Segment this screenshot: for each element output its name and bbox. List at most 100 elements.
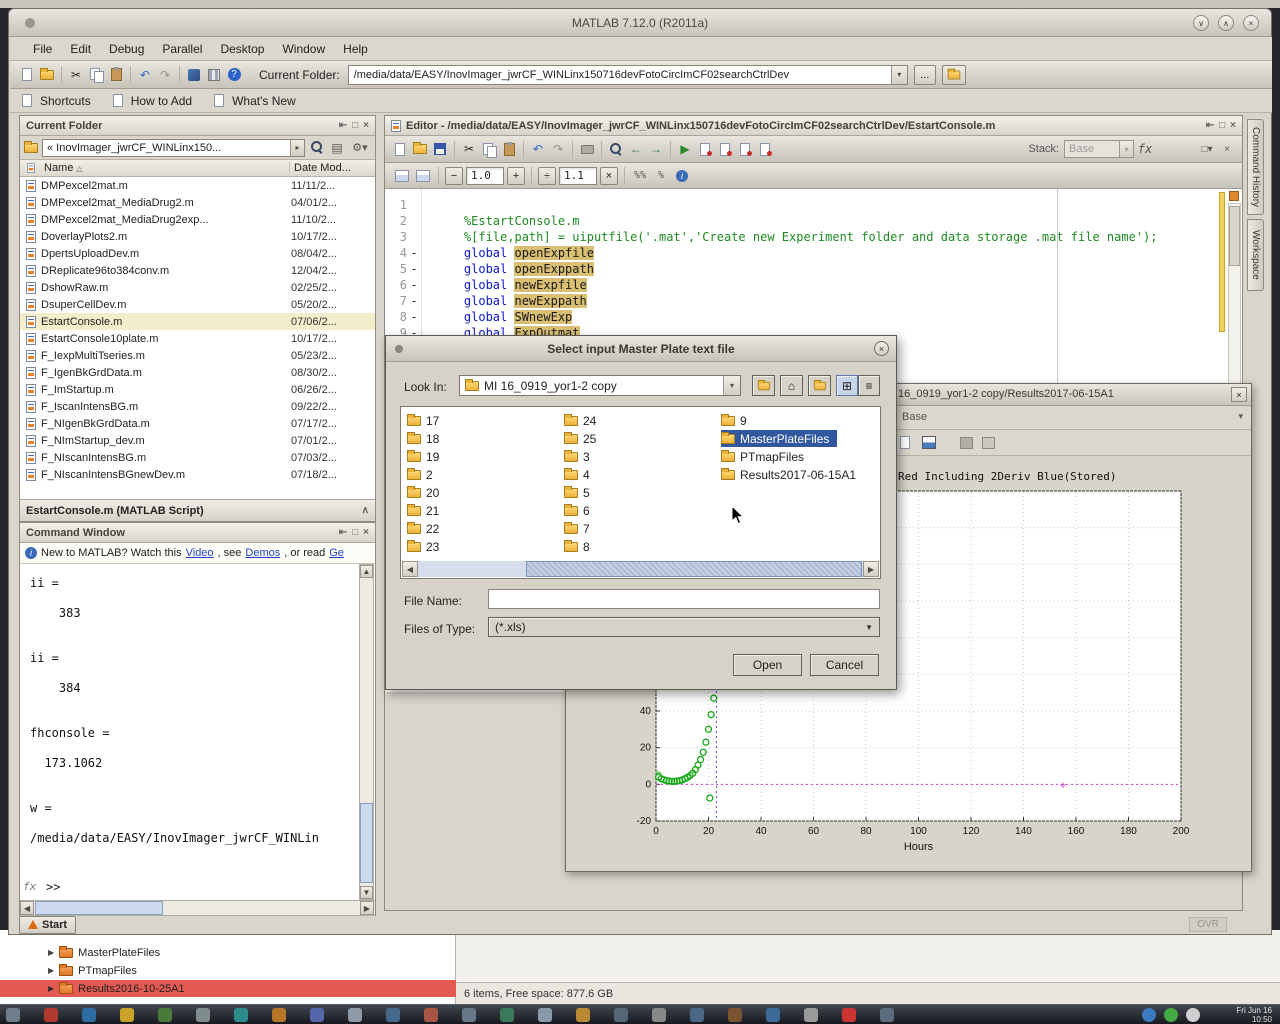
- file-row[interactable]: F_NIscanIntensBGnewDev.m07/18/2...: [20, 466, 375, 483]
- open-button[interactable]: Open: [733, 654, 802, 676]
- taskbar-app-icon[interactable]: [158, 1008, 172, 1022]
- redo-icon[interactable]: ↷: [549, 140, 567, 158]
- scroll-down-icon[interactable]: ▼: [360, 886, 373, 899]
- getting-started-link[interactable]: Ge: [329, 547, 344, 559]
- file-row[interactable]: DsuperCellDev.m05/20/2...: [20, 296, 375, 313]
- copy-icon[interactable]: [480, 140, 498, 158]
- undock-icon[interactable]: ⇤: [1206, 121, 1214, 131]
- dialog-folder-item[interactable]: Results2017-06-15A1: [721, 466, 856, 483]
- taskbar-app-icon[interactable]: [538, 1008, 552, 1022]
- open-file-icon[interactable]: [411, 140, 429, 158]
- dialog-folder-item[interactable]: 24: [564, 412, 596, 429]
- dialog-file-list[interactable]: 17 18 19 2 20 21 22 23 24 25 3 4 5 6 7 8…: [400, 406, 881, 579]
- file-row[interactable]: EstartConsole10plate.m10/17/2...: [20, 330, 375, 347]
- dialog-folder-item[interactable]: 2: [407, 466, 433, 483]
- taskbar-app-icon[interactable]: [120, 1008, 134, 1022]
- file-row[interactable]: F_IexpMultiTseries.m05/23/2...: [20, 347, 375, 364]
- address-dropdown-icon[interactable]: ▸: [290, 140, 304, 156]
- taskbar-app-icon[interactable]: [82, 1008, 96, 1022]
- scrollbar-thumb[interactable]: [1229, 206, 1240, 266]
- file-row[interactable]: DoverlayPlots2.m10/17/2...: [20, 228, 375, 245]
- tray-icon[interactable]: [1164, 1008, 1178, 1022]
- multiply-button[interactable]: ×: [600, 167, 618, 185]
- figure-dropdown-icon[interactable]: ▾: [1238, 411, 1243, 422]
- current-folder-header[interactable]: Current Folder ⇤ □ ×: [20, 116, 375, 136]
- taskbar-app-icon[interactable]: [462, 1008, 476, 1022]
- home-button[interactable]: ⌂: [780, 375, 803, 396]
- dialog-folder-item[interactable]: 23: [407, 538, 439, 555]
- code-line[interactable]: 2 %EstartConsole.m: [385, 213, 1242, 229]
- taskbar-app-icon[interactable]: [804, 1008, 818, 1022]
- close-panel-icon[interactable]: ×: [1230, 121, 1236, 131]
- dialog-folder-item[interactable]: 25: [564, 430, 596, 447]
- editor-header[interactable]: Editor - /media/data/EASY/InovImager_jwr…: [385, 116, 1242, 136]
- new-folder-button[interactable]: [808, 375, 831, 396]
- undock-icon[interactable]: ⇤: [339, 121, 347, 131]
- file-row[interactable]: F_NIgenBkGrdData.m07/17/2...: [20, 415, 375, 432]
- editor-status-square[interactable]: [1229, 191, 1239, 201]
- guide-icon[interactable]: [205, 66, 223, 84]
- value-field-1[interactable]: 1.0: [466, 167, 504, 185]
- dialog-folder-item[interactable]: 9: [721, 412, 747, 429]
- dialog-folder-item[interactable]: 3: [564, 448, 590, 465]
- taskbar-app-icon[interactable]: [44, 1008, 58, 1022]
- fx-indicator[interactable]: fx: [23, 880, 36, 893]
- scrollbar-thumb[interactable]: [360, 803, 373, 883]
- dialog-folder-item-selected[interactable]: MasterPlateFiles: [721, 430, 837, 447]
- maximize-panel-icon[interactable]: □: [352, 528, 358, 538]
- taskbar-app-icon[interactable]: [424, 1008, 438, 1022]
- list-hscrollbar[interactable]: ◀ ▶: [402, 561, 879, 577]
- view-options-icon[interactable]: ▤: [329, 139, 345, 157]
- tree-item[interactable]: ▶ PTmapFiles: [0, 962, 456, 979]
- date-column-header[interactable]: Date Mod...: [289, 162, 375, 174]
- divide-button[interactable]: ÷: [538, 167, 556, 185]
- find-icon[interactable]: [607, 140, 625, 158]
- code-line[interactable]: 4- global openExpfile: [385, 245, 1242, 261]
- console-vscrollbar[interactable]: ▲ ▼: [359, 564, 374, 900]
- list-view-button[interactable]: ≡: [858, 375, 880, 396]
- value-field-2[interactable]: 1.1: [559, 167, 597, 185]
- grid-view-button[interactable]: ⊞: [836, 375, 858, 396]
- new-script-icon[interactable]: [391, 140, 409, 158]
- maximize-panel-icon[interactable]: □: [1219, 121, 1225, 131]
- file-row[interactable]: DpertsUploadDev.m08/04/2...: [20, 245, 375, 262]
- tray-icon[interactable]: [1142, 1008, 1156, 1022]
- scroll-up-icon[interactable]: ▲: [360, 565, 373, 578]
- figure-tool-icon[interactable]: [960, 437, 973, 449]
- scroll-left-icon[interactable]: ◀: [402, 561, 418, 577]
- paste-icon[interactable]: [107, 66, 125, 84]
- dialog-folder-item[interactable]: 17: [407, 412, 439, 429]
- code-line[interactable]: 7- global newExppath: [385, 293, 1242, 309]
- step-icon[interactable]: [736, 140, 754, 158]
- open-file-icon[interactable]: [38, 66, 56, 84]
- figure-tool-icon[interactable]: [982, 437, 995, 449]
- close-panel-icon[interactable]: ×: [363, 528, 369, 538]
- taskbar-app-icon[interactable]: [728, 1008, 742, 1022]
- file-row[interactable]: F_NIscanIntensBG.m07/03/2...: [20, 449, 375, 466]
- scroll-right-icon[interactable]: ▶: [863, 561, 879, 577]
- files-of-type-combo[interactable]: (*.xls) ▼: [488, 617, 880, 637]
- file-row[interactable]: DMPexcel2mat.m11/11/2...: [20, 177, 375, 194]
- code-line[interactable]: 6- global newExpfile: [385, 277, 1242, 293]
- redo-icon[interactable]: ↷: [156, 66, 174, 84]
- new-file-icon[interactable]: [18, 66, 36, 84]
- undo-icon[interactable]: ↶: [529, 140, 547, 158]
- taskbar-app-icon[interactable]: [652, 1008, 666, 1022]
- file-row[interactable]: DMPexcel2mat_MediaDrug2.m04/01/2...: [20, 194, 375, 211]
- editor-message-strip[interactable]: [1219, 192, 1225, 332]
- dialog-folder-item[interactable]: 19: [407, 448, 439, 465]
- editor-close-file-icon[interactable]: ×: [1218, 140, 1236, 158]
- file-row[interactable]: F_IgenBkGrdData.m08/30/2...: [20, 364, 375, 381]
- taskbar-clock[interactable]: Fri Jun 16 10:50: [1236, 1006, 1272, 1024]
- dialog-folder-item[interactable]: 6: [564, 502, 590, 519]
- file-name-input[interactable]: [488, 589, 880, 609]
- dialog-folder-item[interactable]: 4: [564, 466, 590, 483]
- code-line[interactable]: 5- global openExppath: [385, 261, 1242, 277]
- look-in-combo[interactable]: MI 16_0919_yor1-2 copy ▾: [459, 375, 741, 396]
- dialog-titlebar[interactable]: Select input Master Plate text file ×: [386, 336, 896, 362]
- dialog-folder-item[interactable]: 20: [407, 484, 439, 501]
- simulink-icon[interactable]: [185, 66, 203, 84]
- step-in-icon[interactable]: [756, 140, 774, 158]
- code-line[interactable]: 3 %[file,path] = uiputfile('.mat','Creat…: [385, 229, 1242, 245]
- start-button[interactable]: Start: [19, 916, 76, 934]
